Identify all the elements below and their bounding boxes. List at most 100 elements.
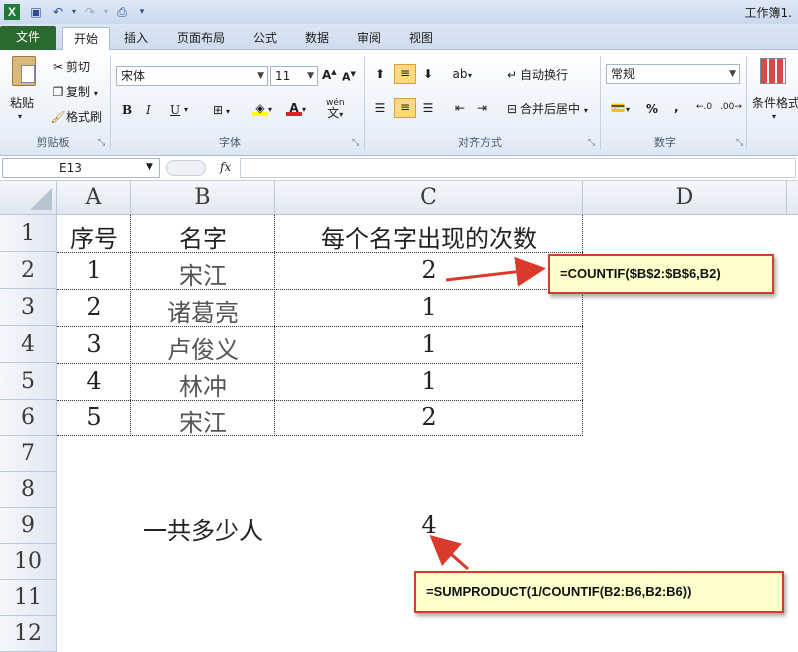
number-format-select[interactable]: 常规 ▼ xyxy=(606,64,740,84)
clipboard-group-label: 剪贴板 xyxy=(36,136,70,149)
align-center-button[interactable]: ≡ xyxy=(394,98,416,118)
conditional-format-button[interactable]: 条件格式 xyxy=(752,94,798,111)
name-box-dropdown-icon[interactable]: ▼ xyxy=(146,162,153,172)
underline-button[interactable]: U xyxy=(170,103,180,117)
tab-data[interactable]: 数据 xyxy=(296,27,338,50)
accounting-format-button[interactable]: 💳▾ xyxy=(610,100,631,116)
merge-center-button[interactable]: ⊟ 合并后居中 ▾ xyxy=(504,100,588,117)
italic-button[interactable]: I xyxy=(146,103,151,117)
wrap-text-icon: ↵ xyxy=(506,68,518,82)
save-icon[interactable]: ▣ xyxy=(28,4,44,20)
sumproduct-callout: =SUMPRODUCT(1/COUNTIF(B2:B6,B2:B6)) xyxy=(414,571,784,613)
insert-function-button[interactable]: fx xyxy=(220,160,231,174)
divider xyxy=(364,56,365,150)
number-launcher-icon[interactable]: ⤡ xyxy=(736,138,743,148)
border-icon: ⊞ xyxy=(212,103,224,117)
name-box[interactable]: E13 xyxy=(2,158,160,178)
spreadsheet-grid: A B C D 1 2 3 4 5 6 7 8 9 10 11 12 序号 名字… xyxy=(0,181,798,652)
redo-dropdown-icon[interactable]: ▾ xyxy=(98,4,114,20)
underline-dropdown-icon[interactable]: ▾ xyxy=(184,105,188,114)
undo-dropdown-icon[interactable]: ▾ xyxy=(66,4,82,20)
paste-label[interactable]: 粘贴 xyxy=(10,94,34,111)
align-bottom-button[interactable]: ⬇ xyxy=(420,66,436,82)
tab-file[interactable]: 文件 xyxy=(0,26,56,50)
ribbon-tabs: 文件 开始 插入 页面布局 公式 数据 审阅 视图 xyxy=(0,24,798,50)
orientation-icon: ab xyxy=(452,67,468,81)
divider xyxy=(600,56,601,150)
annotation-arrows xyxy=(429,256,546,571)
fill-color-button[interactable]: ◈ ▾ xyxy=(252,100,272,116)
tab-insert[interactable]: 插入 xyxy=(114,27,158,50)
chevron-down-icon: ▼ xyxy=(307,71,314,81)
redo-icon[interactable]: ↷ xyxy=(82,4,98,20)
font-name-select[interactable]: 宋体 ▼ xyxy=(116,66,268,86)
copy-button[interactable]: ❐ 复制 ▾ xyxy=(50,83,98,100)
font-launcher-icon[interactable]: ⤡ xyxy=(352,138,359,148)
print-preview-icon[interactable]: ⎙ xyxy=(114,4,130,20)
cut-button[interactable]: ✂ 剪切 xyxy=(50,58,90,75)
formula-resize-handle[interactable] xyxy=(166,160,206,176)
align-bottom-icon: ⬇ xyxy=(422,67,434,81)
copy-icon: ❐ xyxy=(52,85,64,99)
format-painter-label: 格式刷 xyxy=(66,110,103,124)
customize-icon[interactable]: ▾ xyxy=(134,4,150,20)
align-middle-button[interactable]: ≡ xyxy=(394,64,416,84)
scissors-icon: ✂ xyxy=(52,60,64,74)
decrease-indent-button[interactable]: ⇤ xyxy=(452,100,468,116)
undo-icon[interactable]: ↶ xyxy=(50,4,66,20)
align-top-icon: ⬆ xyxy=(374,67,386,81)
formula-input[interactable] xyxy=(240,158,796,178)
phonetic-button[interactable]: wén 文▾ xyxy=(326,98,345,120)
merge-center-label: 合并后居中 xyxy=(520,102,581,116)
font-group-label: 字体 xyxy=(219,136,241,149)
borders-button[interactable]: ⊞ ▾ xyxy=(210,102,230,118)
excel-icon: X xyxy=(4,4,20,20)
align-right-button[interactable]: ☰ xyxy=(420,100,436,116)
tab-review[interactable]: 审阅 xyxy=(348,27,390,50)
format-painter-button[interactable]: 🖌格式刷 xyxy=(50,108,102,125)
countif-callout: =COUNTIF($B$2:$B$6,B2) xyxy=(548,254,774,294)
font-size-select[interactable]: 11 ▼ xyxy=(270,66,318,86)
chevron-down-icon: ▼ xyxy=(257,71,264,81)
wrap-text-button[interactable]: ↵ 自动换行 xyxy=(504,66,568,83)
merge-icon: ⊟ xyxy=(506,102,518,116)
number-group-label: 数字 xyxy=(654,136,676,149)
paste-dropdown-icon[interactable]: ▾ xyxy=(18,112,22,121)
formula-bar: E13 ▼ fx xyxy=(0,157,798,181)
align-left-icon: ☰ xyxy=(374,101,386,115)
increase-indent-button[interactable]: ⇥ xyxy=(474,100,490,116)
conditional-format-dropdown-icon[interactable]: ▾ xyxy=(772,112,776,121)
align-right-icon: ☰ xyxy=(422,101,434,115)
decrease-decimal-icon: .00→ xyxy=(720,102,742,112)
increase-decimal-icon: ←.0 xyxy=(696,102,713,112)
outdent-icon: ⇤ xyxy=(454,101,466,115)
clipboard-launcher-icon[interactable]: ⤡ xyxy=(98,138,105,148)
brush-icon: 🖌 xyxy=(50,110,66,124)
paste-button[interactable] xyxy=(8,56,40,96)
tab-view[interactable]: 视图 xyxy=(400,27,442,50)
alignment-launcher-icon[interactable]: ⤡ xyxy=(588,138,595,148)
number-format-value: 常规 xyxy=(611,67,636,81)
paint-bucket-icon: ◈ xyxy=(252,100,268,116)
font-color-button[interactable]: A ▾ xyxy=(286,100,306,116)
window-title: 工作簿1. xyxy=(744,6,792,20)
grow-font-button[interactable]: A▲ xyxy=(322,68,337,82)
tab-page-layout[interactable]: 页面布局 xyxy=(168,27,234,50)
bold-button[interactable]: B xyxy=(122,103,132,117)
align-top-button[interactable]: ⬆ xyxy=(372,66,388,82)
tab-formulas[interactable]: 公式 xyxy=(244,27,286,50)
font-color-icon: A xyxy=(286,100,302,116)
increase-decimal-button[interactable]: ←.0 xyxy=(696,102,712,112)
ribbon: 粘贴 ▾ ✂ 剪切 ❐ 复制 ▾ 🖌格式刷 剪贴板 ⤡ 宋体 ▼ 11 ▼ A▲ A▼ … xyxy=(0,50,798,156)
tab-home[interactable]: 开始 xyxy=(62,27,110,50)
clipboard-icon xyxy=(12,56,36,86)
comma-button[interactable]: , xyxy=(674,100,679,114)
decrease-decimal-button[interactable]: .00→ xyxy=(720,102,742,112)
align-middle-icon: ≡ xyxy=(399,66,411,80)
percent-button[interactable]: % xyxy=(646,102,658,116)
arrow-to-countif xyxy=(445,256,546,287)
shrink-font-button[interactable]: A▼ xyxy=(342,70,356,84)
align-left-button[interactable]: ☰ xyxy=(372,100,388,116)
orientation-button[interactable]: ab▾ xyxy=(452,66,473,82)
copy-label: 复制 xyxy=(66,85,91,99)
